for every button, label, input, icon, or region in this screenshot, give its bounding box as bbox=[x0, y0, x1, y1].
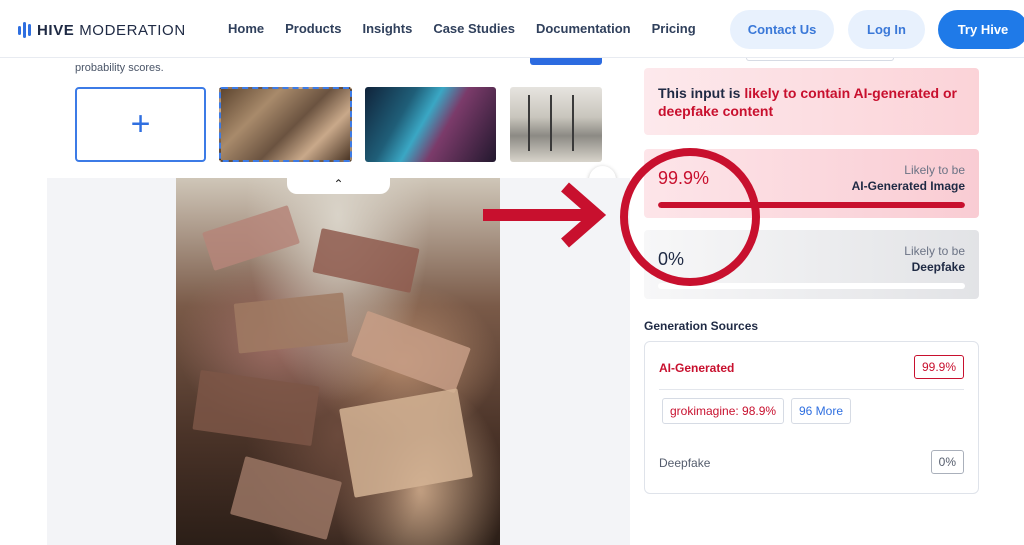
thumbnail-selected[interactable] bbox=[219, 87, 352, 162]
window-frame bbox=[550, 95, 552, 151]
deepfake-score-card: 0% Likely to be Deepfake bbox=[644, 230, 979, 299]
chevron-up-icon: ⌃ bbox=[333, 177, 344, 191]
image-detail bbox=[202, 205, 300, 271]
image-detail bbox=[233, 292, 349, 354]
nav-link-home[interactable]: Home bbox=[228, 21, 264, 36]
image-detail bbox=[192, 369, 320, 447]
divider bbox=[659, 389, 964, 390]
ai-generated-source-badge: 99.9% bbox=[913, 355, 964, 379]
deepfake-likely-label: Likely to be bbox=[904, 244, 965, 258]
cut-off-text: ———— ——— ——— bbox=[75, 58, 215, 61]
ai-score-value: 99.9% bbox=[658, 168, 710, 188]
source-chip-grokimagine[interactable]: grokimagine: 98.9% bbox=[662, 398, 785, 424]
thumbnail-3[interactable] bbox=[510, 87, 602, 162]
logo[interactable]: HIVE MODERATION bbox=[18, 20, 186, 40]
upload-panel: ———— ——— ——— probability scores. + › ⌃ bbox=[0, 58, 630, 545]
top-nav: HIVE MODERATION Home Products Insights C… bbox=[0, 0, 1024, 58]
brand-name: HIVE MODERATION bbox=[37, 21, 186, 39]
nav-link-documentation[interactable]: Documentation bbox=[536, 21, 631, 36]
collapse-button[interactable]: ⌃ bbox=[287, 174, 390, 194]
ai-score-bar bbox=[658, 202, 965, 208]
verdict-banner: This input is likely to contain AI-gener… bbox=[644, 68, 979, 135]
ai-likely-label: Likely to be bbox=[904, 163, 965, 177]
deepfake-source-label: Deepfake bbox=[659, 456, 711, 470]
deepfake-score-bar bbox=[658, 283, 965, 289]
generation-sources-title: Generation Sources bbox=[644, 319, 759, 333]
image-detail bbox=[229, 456, 343, 540]
generation-sources-card: AI-Generated 99.9% grokimagine: 98.9% 96… bbox=[644, 341, 979, 494]
image-detail bbox=[312, 228, 420, 293]
preview-image bbox=[176, 178, 500, 545]
deepfake-source-badge: 0% bbox=[930, 450, 964, 474]
hive-logo-icon bbox=[18, 22, 31, 38]
ai-score-fill bbox=[658, 202, 965, 208]
nav-link-pricing[interactable]: Pricing bbox=[652, 21, 696, 36]
contact-us-button[interactable]: Contact Us bbox=[730, 10, 834, 49]
plus-icon: + bbox=[130, 105, 151, 143]
deepfake-category-label: Deepfake bbox=[911, 260, 965, 274]
try-hive-button[interactable]: Try Hive bbox=[938, 10, 1024, 49]
cut-off-control bbox=[746, 58, 894, 61]
image-detail bbox=[339, 388, 473, 498]
submit-button[interactable] bbox=[530, 58, 602, 65]
ai-generated-source-label: AI-Generated bbox=[659, 361, 735, 375]
more-sources-button[interactable]: 96 More bbox=[791, 398, 852, 424]
ai-category-label: AI-Generated Image bbox=[851, 179, 965, 193]
image-detail bbox=[351, 310, 471, 394]
nav-links: Home Products Insights Case Studies Docu… bbox=[228, 21, 717, 36]
window-frame bbox=[528, 95, 530, 151]
ai-generated-score-card: 99.9% Likely to be AI-Generated Image bbox=[644, 149, 979, 218]
add-image-button[interactable]: + bbox=[75, 87, 206, 162]
page: HIVE MODERATION Home Products Insights C… bbox=[0, 0, 1024, 545]
log-in-button[interactable]: Log In bbox=[848, 10, 925, 49]
thumbnail-2[interactable] bbox=[365, 87, 496, 162]
nav-link-case-studies[interactable]: Case Studies bbox=[433, 21, 515, 36]
nav-link-products[interactable]: Products bbox=[285, 21, 341, 36]
results-panel: This input is likely to contain AI-gener… bbox=[630, 58, 1024, 545]
nav-link-insights[interactable]: Insights bbox=[362, 21, 412, 36]
window-frame bbox=[572, 95, 574, 151]
description-text: ———— ——— ——— probability scores. bbox=[75, 58, 215, 75]
deepfake-score-value: 0% bbox=[658, 249, 685, 269]
